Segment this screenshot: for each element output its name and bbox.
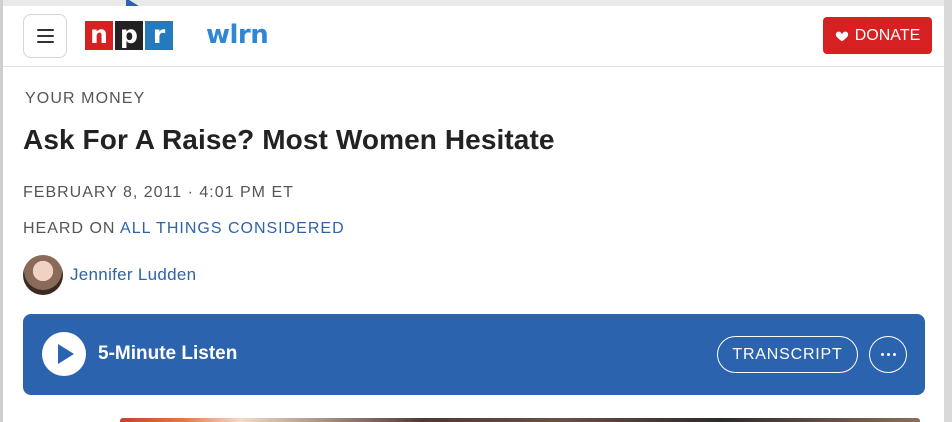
npr-logo-r: r	[145, 21, 173, 50]
heard-on-line: HEARD ON ALL THINGS CONSIDERED	[23, 220, 345, 238]
heart-icon	[835, 31, 848, 41]
article-dateline: FEBRUARY 8, 2011 · 4:01 PM ET	[23, 184, 294, 201]
site-header: n p r wlrn DONATE	[3, 6, 944, 67]
donate-label: DONATE	[854, 26, 921, 44]
author-avatar[interactable]	[23, 255, 63, 295]
npr-logo-n: n	[85, 21, 113, 50]
station-logo[interactable]: wlrn	[206, 20, 269, 50]
article-image-peek	[120, 418, 920, 422]
menu-button[interactable]	[23, 14, 67, 58]
hamburger-menu-icon	[36, 29, 54, 31]
play-button[interactable]	[42, 332, 86, 376]
transcript-button[interactable]: TRANSCRIPT	[717, 336, 858, 373]
npr-logo-p: p	[115, 21, 143, 50]
audio-player: 5-Minute Listen TRANSCRIPT	[23, 314, 925, 395]
listen-duration-label: 5-Minute Listen	[98, 343, 238, 364]
more-options-button[interactable]	[869, 336, 907, 373]
npr-logo[interactable]: n p r	[85, 21, 173, 50]
article-title: Ask For A Raise? Most Women Hesitate	[23, 124, 555, 155]
program-link[interactable]: ALL THINGS CONSIDERED	[120, 220, 345, 237]
byline: Jennifer Ludden	[23, 255, 196, 295]
author-link[interactable]: Jennifer Ludden	[70, 265, 196, 285]
donate-button[interactable]: DONATE	[823, 17, 932, 54]
window-scrollbar[interactable]	[944, 0, 952, 422]
section-label[interactable]: YOUR MONEY	[25, 90, 145, 108]
more-options-icon	[880, 353, 884, 356]
heard-on-prefix: HEARD ON	[23, 220, 116, 237]
